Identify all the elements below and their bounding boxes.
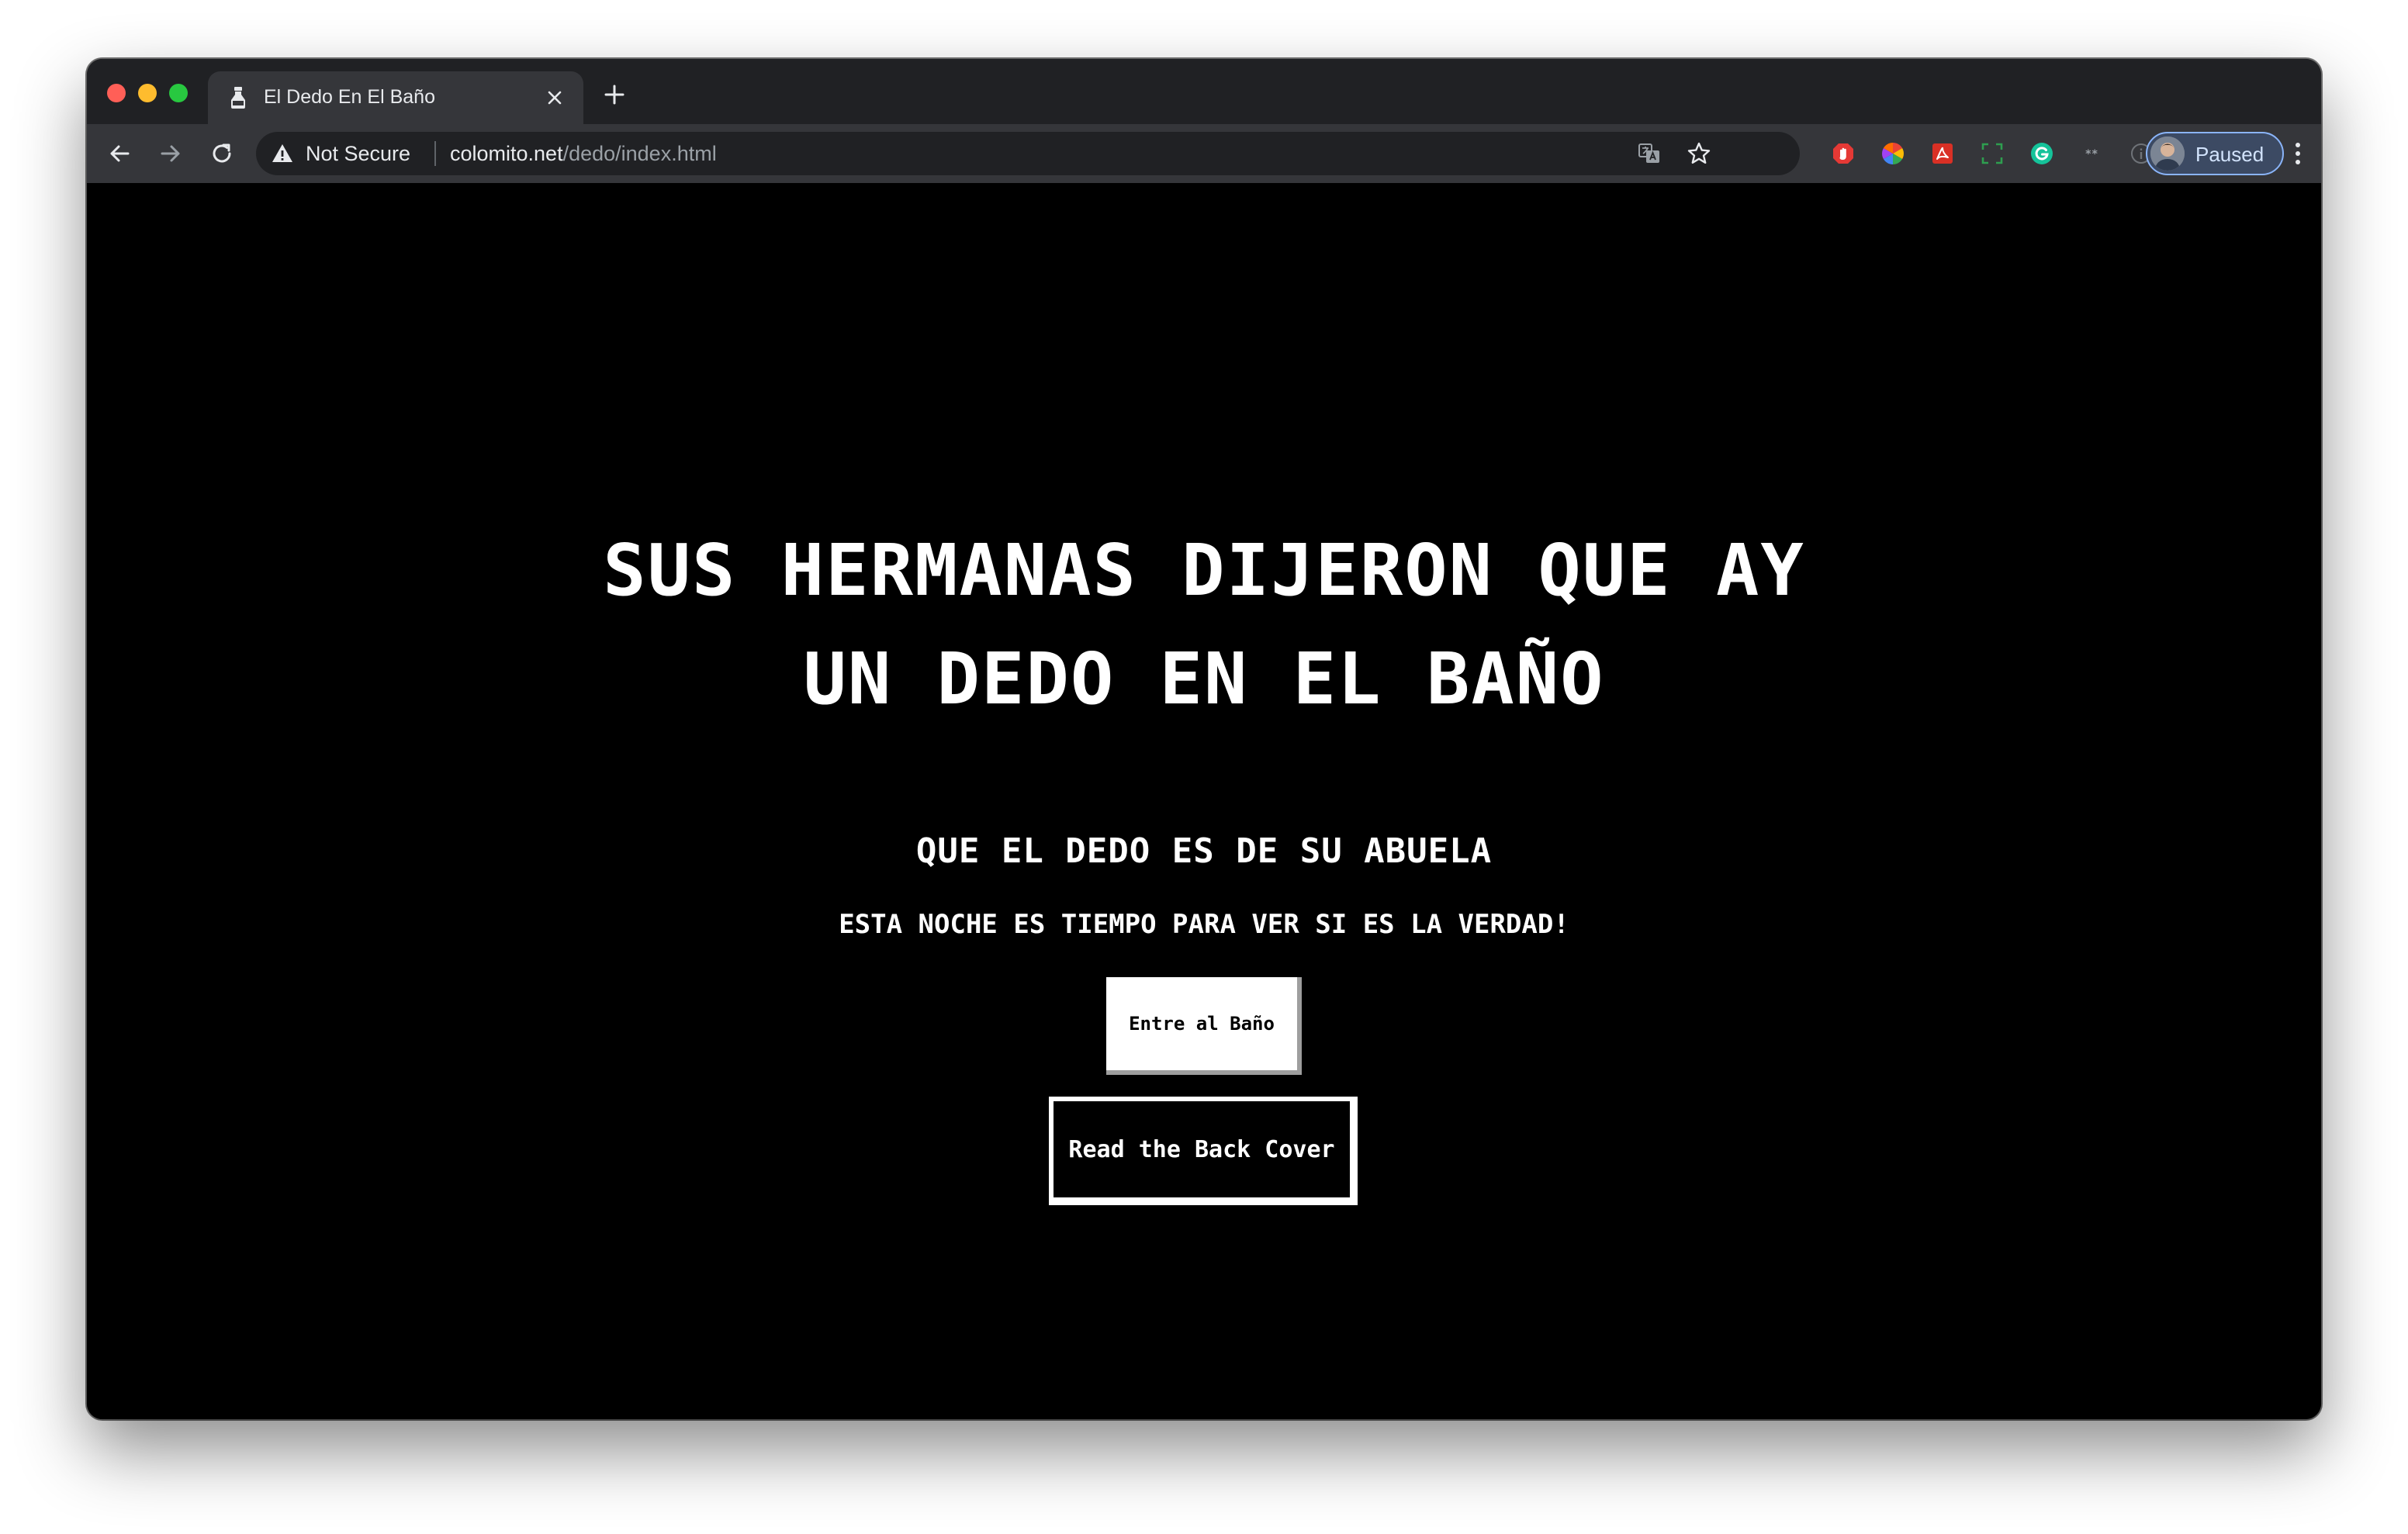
minimize-window-button[interactable] bbox=[138, 84, 157, 102]
bottle-favicon-icon bbox=[227, 85, 250, 110]
read-back-cover-button[interactable]: Read the Back Cover bbox=[1049, 1097, 1358, 1205]
browser-window: El Dedo En El Baño Not Secure colomito.n… bbox=[87, 59, 2321, 1419]
url-text[interactable]: colomito.net/dedo/index.html bbox=[450, 142, 717, 166]
reload-icon[interactable] bbox=[205, 136, 239, 171]
security-label[interactable]: Not Secure bbox=[306, 142, 410, 166]
address-bar[interactable]: Not Secure colomito.net/dedo/index.html bbox=[256, 132, 1800, 175]
maximize-window-button[interactable] bbox=[169, 84, 188, 102]
url-host: colomito.net bbox=[450, 142, 563, 165]
translate-icon[interactable] bbox=[1637, 141, 1662, 166]
svg-text:**: ** bbox=[2085, 148, 2098, 161]
avatar bbox=[2150, 136, 2185, 171]
close-window-button[interactable] bbox=[107, 84, 126, 102]
tab-title: El Dedo En El Baño bbox=[264, 86, 435, 108]
url-path: /dedo/index.html bbox=[562, 142, 717, 165]
page-title-line-2: UN DEDO EN EL BAÑO bbox=[803, 637, 1605, 720]
back-arrow-icon[interactable] bbox=[102, 136, 137, 171]
pdf-extension-icon[interactable] bbox=[1930, 141, 1955, 166]
browser-toolbar: Not Secure colomito.net/dedo/index.html bbox=[87, 124, 2321, 183]
new-tab-icon[interactable] bbox=[600, 81, 628, 109]
close-tab-icon[interactable] bbox=[541, 85, 568, 111]
page-title-line-1: SUS HERMANAS DIJERON QUE AY bbox=[603, 529, 1805, 612]
kebab-menu-icon[interactable] bbox=[2282, 138, 2313, 169]
page-tagline: ESTA NOCHE ES TIEMPO PARA VER SI ES LA V… bbox=[839, 909, 1569, 940]
browser-tab[interactable]: El Dedo En El Baño bbox=[208, 71, 583, 124]
profile-button[interactable]: Paused bbox=[2146, 132, 2284, 175]
adblock-extension-icon[interactable] bbox=[1831, 141, 1856, 166]
grammarly-extension-icon[interactable] bbox=[2029, 141, 2054, 166]
address-divider bbox=[434, 141, 436, 166]
warning-icon[interactable] bbox=[272, 143, 293, 164]
profile-status-label: Paused bbox=[2195, 143, 2264, 166]
forward-arrow-icon[interactable] bbox=[154, 136, 188, 171]
page-subtitle: QUE EL DEDO ES DE SU ABUELA bbox=[915, 831, 1493, 871]
tab-strip: El Dedo En El Baño bbox=[87, 59, 2321, 124]
screenshot-extension-icon[interactable] bbox=[1980, 141, 2005, 166]
bookmark-star-icon[interactable] bbox=[1687, 141, 1711, 166]
page-viewport: SUS HERMANAS DIJERON QUE AY UN DEDO EN E… bbox=[87, 183, 2321, 1419]
color-picker-extension-icon[interactable] bbox=[1880, 141, 1905, 166]
enter-bathroom-button[interactable]: Entre al Baño bbox=[1106, 977, 1302, 1075]
password-extension-icon[interactable]: ** bbox=[2079, 141, 2104, 166]
